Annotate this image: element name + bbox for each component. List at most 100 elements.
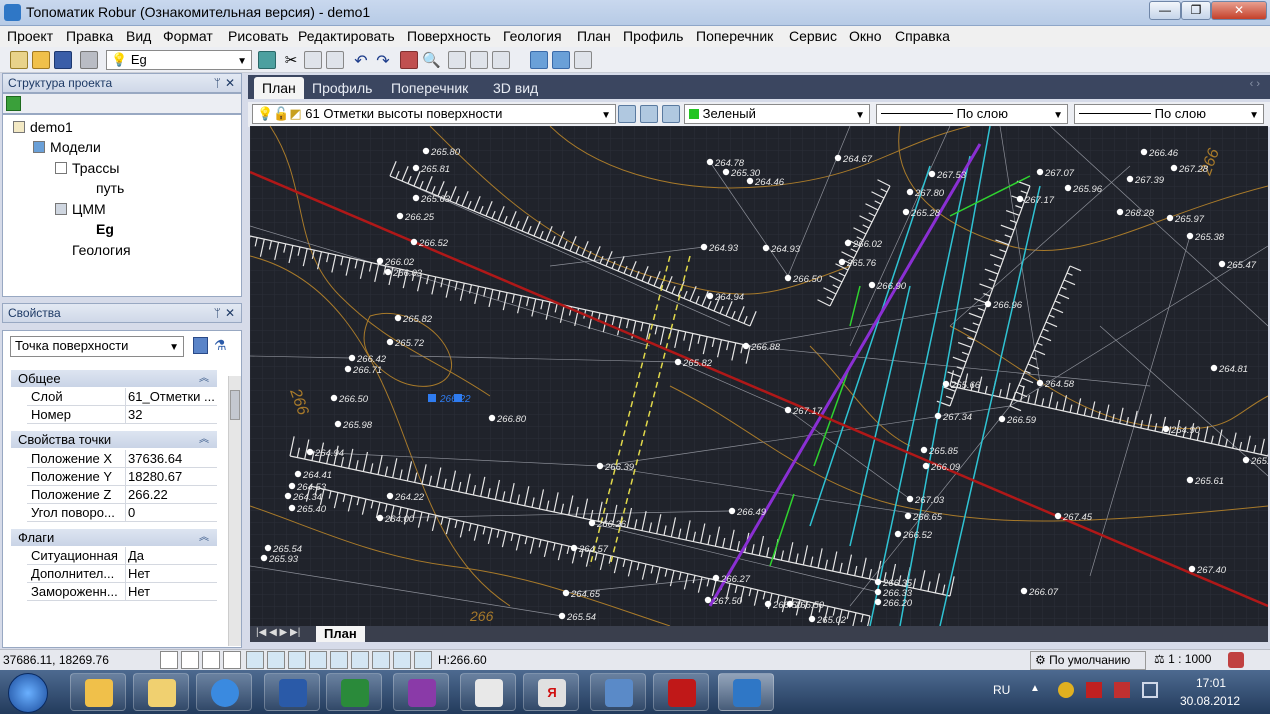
style-select[interactable]: ⚙ По умолчанию [1030, 651, 1146, 670]
elevation-point[interactable] [906, 188, 914, 196]
group-flags[interactable]: Флаги ︽ [11, 529, 217, 546]
elevation-point[interactable] [1126, 175, 1134, 183]
ortho-icon[interactable] [202, 651, 220, 669]
osnap-icon[interactable] [330, 651, 348, 669]
elevation-point[interactable] [376, 257, 384, 265]
osnap-icon[interactable] [246, 651, 264, 669]
taskbar-explorer[interactable] [70, 673, 126, 711]
elevation-point[interactable] [838, 258, 846, 266]
tree-item-geology[interactable]: Геология [55, 242, 131, 258]
snap-icon[interactable] [160, 651, 178, 669]
language-indicator[interactable]: RU [993, 683, 1010, 697]
sheet-tab-plan[interactable]: План [316, 626, 365, 642]
lineweight-select[interactable]: По слою ▼ [1074, 104, 1264, 124]
tray-expand-icon[interactable]: ▲ [1030, 683, 1040, 694]
taskbar-excel[interactable] [326, 673, 382, 711]
elevation-point[interactable] [1036, 168, 1044, 176]
elevation-point[interactable] [394, 314, 402, 322]
properties-icon[interactable] [448, 51, 466, 69]
osnap-icon[interactable] [267, 651, 285, 669]
tray-app-icon[interactable] [1086, 682, 1102, 698]
table-icon[interactable] [470, 51, 488, 69]
taskbar-word[interactable] [264, 673, 320, 711]
start-button[interactable] [8, 673, 48, 713]
elevation-point[interactable] [904, 512, 912, 520]
elevation-point[interactable] [728, 507, 736, 515]
elevation-point[interactable] [1170, 164, 1178, 172]
linetype-select[interactable]: По слою ▼ [876, 104, 1068, 124]
elevation-point[interactable] [984, 300, 992, 308]
elevation-point[interactable] [330, 394, 338, 402]
elevation-point[interactable] [1116, 208, 1124, 216]
menu-crosssection[interactable]: Поперечник [696, 28, 773, 44]
elevation-point[interactable] [934, 412, 942, 420]
osnap-icon[interactable] [393, 651, 411, 669]
elevation-point[interactable] [396, 212, 404, 220]
elevation-point[interactable] [410, 238, 418, 246]
scale-select[interactable]: ⚖ 1 : 1000 [1150, 651, 1220, 670]
elevation-point[interactable] [264, 544, 272, 552]
elevation-point[interactable] [288, 482, 296, 490]
refresh-icon[interactable] [6, 96, 21, 111]
elevation-point[interactable] [386, 338, 394, 346]
elevation-point[interactable] [384, 268, 392, 276]
menu-geology[interactable]: Геология [503, 28, 562, 44]
elevation-point[interactable] [762, 244, 770, 252]
elevation-point[interactable] [558, 612, 566, 620]
osnap-icon[interactable] [309, 651, 327, 669]
selected-point-grip[interactable] [428, 394, 436, 402]
elevation-point[interactable] [998, 415, 1006, 423]
menu-service[interactable]: Сервис [789, 28, 837, 44]
taskbar-ie[interactable] [196, 673, 252, 711]
elevation-point[interactable] [334, 420, 342, 428]
elevation-point[interactable] [294, 470, 302, 478]
elevation-point[interactable] [1020, 587, 1028, 595]
elevation-point[interactable] [874, 578, 882, 586]
save-icon[interactable] [54, 51, 72, 69]
elevation-point[interactable] [674, 358, 682, 366]
elevation-point[interactable] [348, 354, 356, 362]
layer-select[interactable]: 💡🔓◩ 61 Отметки высоты поверхности ▼ [252, 104, 616, 124]
tree-item-eg[interactable]: Eg [79, 221, 114, 237]
elevation-point[interactable] [704, 596, 712, 604]
elevation-point[interactable] [386, 492, 394, 500]
layers-icon[interactable] [258, 51, 276, 69]
elevation-point[interactable] [1242, 456, 1250, 464]
undo-icon[interactable]: ↶ [352, 51, 370, 70]
redo-icon[interactable]: ↷ [374, 51, 392, 70]
elevation-point[interactable] [928, 170, 936, 178]
taskbar-app[interactable] [460, 673, 516, 711]
pin-icon[interactable]: ᛘ [214, 306, 221, 320]
elevation-point[interactable] [942, 380, 950, 388]
tab-plan[interactable]: План [254, 77, 304, 99]
zoom-icon[interactable]: 🔍 [422, 51, 441, 69]
elevation-point[interactable] [288, 504, 296, 512]
elevation-point[interactable] [562, 589, 570, 597]
menu-edit[interactable]: Правка [66, 28, 113, 44]
measure-icon[interactable] [530, 51, 548, 69]
grid-icon[interactable] [492, 51, 510, 69]
tray-flag-icon[interactable] [1114, 682, 1130, 698]
elevation-point[interactable] [844, 239, 852, 247]
layer-tool-icon[interactable] [618, 105, 636, 123]
surface-combo[interactable]: 💡 Eg ▼ [106, 50, 252, 70]
elevation-point[interactable] [588, 519, 596, 527]
elevation-point[interactable] [922, 462, 930, 470]
elevation-point[interactable] [1016, 195, 1024, 203]
tab-3d-view[interactable]: 3D вид [485, 77, 546, 99]
elevation-point[interactable] [570, 544, 578, 552]
elevation-point[interactable] [376, 514, 384, 522]
elevation-point[interactable] [706, 292, 714, 300]
taskbar-monitor[interactable] [590, 673, 646, 711]
pin-icon[interactable]: ᛘ [214, 76, 221, 90]
taskbar-robur[interactable] [718, 673, 774, 711]
menu-profile[interactable]: Профиль [623, 28, 683, 44]
elevation-point[interactable] [596, 462, 604, 470]
elevation-point[interactable] [1210, 364, 1218, 372]
polar-icon[interactable] [223, 651, 241, 669]
elevation-point[interactable] [488, 414, 496, 422]
color-select[interactable]: Зеленый ▼ [684, 104, 870, 124]
osnap-icon[interactable] [351, 651, 369, 669]
prop-row[interactable]: Номер 32 [27, 406, 217, 424]
elevation-point[interactable] [786, 600, 794, 608]
